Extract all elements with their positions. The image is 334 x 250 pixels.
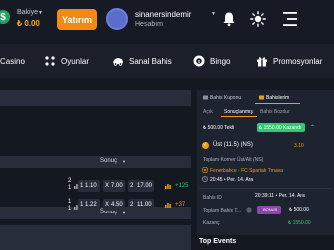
stake-label: ₺ 500.00 Tekli	[203, 125, 235, 131]
nav-label-virtual: Sanal Bahis	[129, 56, 172, 66]
bet-time: 20:45 • Per. 14. Ara	[210, 177, 254, 183]
check-mark: ✓	[203, 142, 208, 148]
info-icon	[246, 207, 252, 213]
win-label: ₺ 1550.00 Kazandı	[259, 125, 302, 131]
bet-teams[interactable]: Fenerbahce - FC Spartak Trnava	[210, 168, 283, 174]
subtab-settled[interactable]: Sonuçlanmış	[224, 109, 253, 115]
subtab-open[interactable]: Açık	[203, 109, 213, 115]
nav-item-casino[interactable]: Casino	[0, 44, 25, 78]
balance-dropdown-icon[interactable]: ▼	[38, 10, 43, 16]
top-events-heading: Top Events	[199, 238, 237, 245]
bet-id-label: Bahis ID	[203, 195, 222, 201]
odd-value: 4.50	[111, 202, 123, 208]
bet-odd-value: 3.10	[294, 143, 304, 149]
gift-icon	[257, 57, 267, 67]
odd-key: 1	[80, 202, 84, 208]
menu-icon[interactable]	[283, 10, 297, 28]
nav-item-games[interactable]: Oyunlar	[44, 44, 89, 78]
theme-toggle-icon[interactable]	[250, 11, 266, 27]
subtab-cashout[interactable]: Bahis Bozdur	[260, 109, 290, 115]
divider	[199, 188, 332, 189]
nav-item-promotions[interactable]: Promosyonlar	[256, 44, 322, 78]
nav-label-promotions: Promosyonlar	[273, 56, 323, 66]
avatar[interactable]	[106, 8, 128, 30]
odd-key: 2	[130, 183, 134, 189]
more-markets-count[interactable]: +125	[175, 183, 189, 189]
nav-label-games: Oyunlar	[61, 56, 90, 66]
bet-odd: 3.10	[294, 143, 304, 149]
bonus-label: BONUS	[263, 207, 278, 212]
chevron-up-icon[interactable]: ⌃	[310, 124, 315, 131]
bet-selection: Üst (11.5) (NS)	[213, 142, 253, 148]
payout-label: Kazanç	[203, 220, 220, 226]
odd-value: 1.22	[85, 202, 97, 208]
bonus-amount: ₺ 500.00	[289, 207, 309, 213]
balance-label: Bakiye	[17, 9, 39, 16]
live-stats-icon	[165, 203, 171, 208]
nav-label-bingo: Bingo	[210, 56, 231, 66]
nav-item-bingo[interactable]: 8 Bingo	[193, 44, 230, 78]
clock-icon	[202, 176, 208, 182]
tab-betslip[interactable]: Bahis Kuponu	[210, 95, 241, 101]
market-header-1[interactable]	[0, 156, 191, 168]
account-dropdown-icon[interactable]: ▼	[211, 11, 216, 17]
deposit-button[interactable]: Yatırım	[57, 9, 97, 30]
market-header-3[interactable]	[0, 225, 191, 250]
score-home-1: 2	[68, 178, 72, 184]
score-away-1: 1	[68, 185, 72, 191]
username[interactable]: sinanersindemir	[135, 10, 191, 19]
payout-amount: ₺ 1550.00	[288, 220, 311, 226]
ticket-icon	[203, 95, 208, 100]
score-home-2: 1	[68, 199, 72, 205]
my-bets-icon	[259, 95, 264, 100]
market-header-1-label: Sonuç	[100, 158, 118, 164]
odd-value: 11.00	[137, 202, 152, 208]
bet-date: 20:39:11 • Per. 14. Ara	[255, 193, 305, 199]
chevron-down-icon[interactable]: ▼	[122, 159, 126, 164]
market-filter-bar[interactable]	[0, 90, 191, 106]
bell-icon[interactable]	[222, 11, 236, 27]
odd-value: 1.10	[85, 183, 97, 189]
account-label[interactable]: Hesabım	[135, 21, 163, 28]
bet-market: Toplam Korner Üst/Alt (NS)	[203, 157, 264, 163]
balance-value: ₺ 0.00	[17, 19, 40, 28]
bingo-icon: 8	[193, 55, 205, 67]
nav-item-virtual[interactable]: Sanal Bahis	[112, 44, 172, 78]
active-subtab-underline	[221, 116, 257, 117]
games-icon	[45, 56, 55, 66]
odd-key: X	[105, 183, 110, 189]
active-tab-underline	[255, 103, 300, 104]
odd-value: 17.00	[137, 183, 153, 189]
odd-key: X	[105, 202, 110, 208]
football-icon	[202, 167, 208, 173]
odd-key: 2	[130, 202, 134, 208]
total-label: Toplam Bahis T...	[203, 208, 241, 214]
nav-label-casino: Casino	[0, 56, 25, 66]
tab-my-bets[interactable]: Bahislerim	[266, 95, 289, 101]
more-markets-count[interactable]: +37	[175, 202, 185, 208]
odd-value: 7.00	[111, 183, 123, 189]
odd-key: 1	[80, 183, 84, 189]
live-stats-icon	[165, 184, 171, 189]
score-away-2: 1	[68, 206, 72, 212]
virtual-icon	[113, 58, 123, 66]
